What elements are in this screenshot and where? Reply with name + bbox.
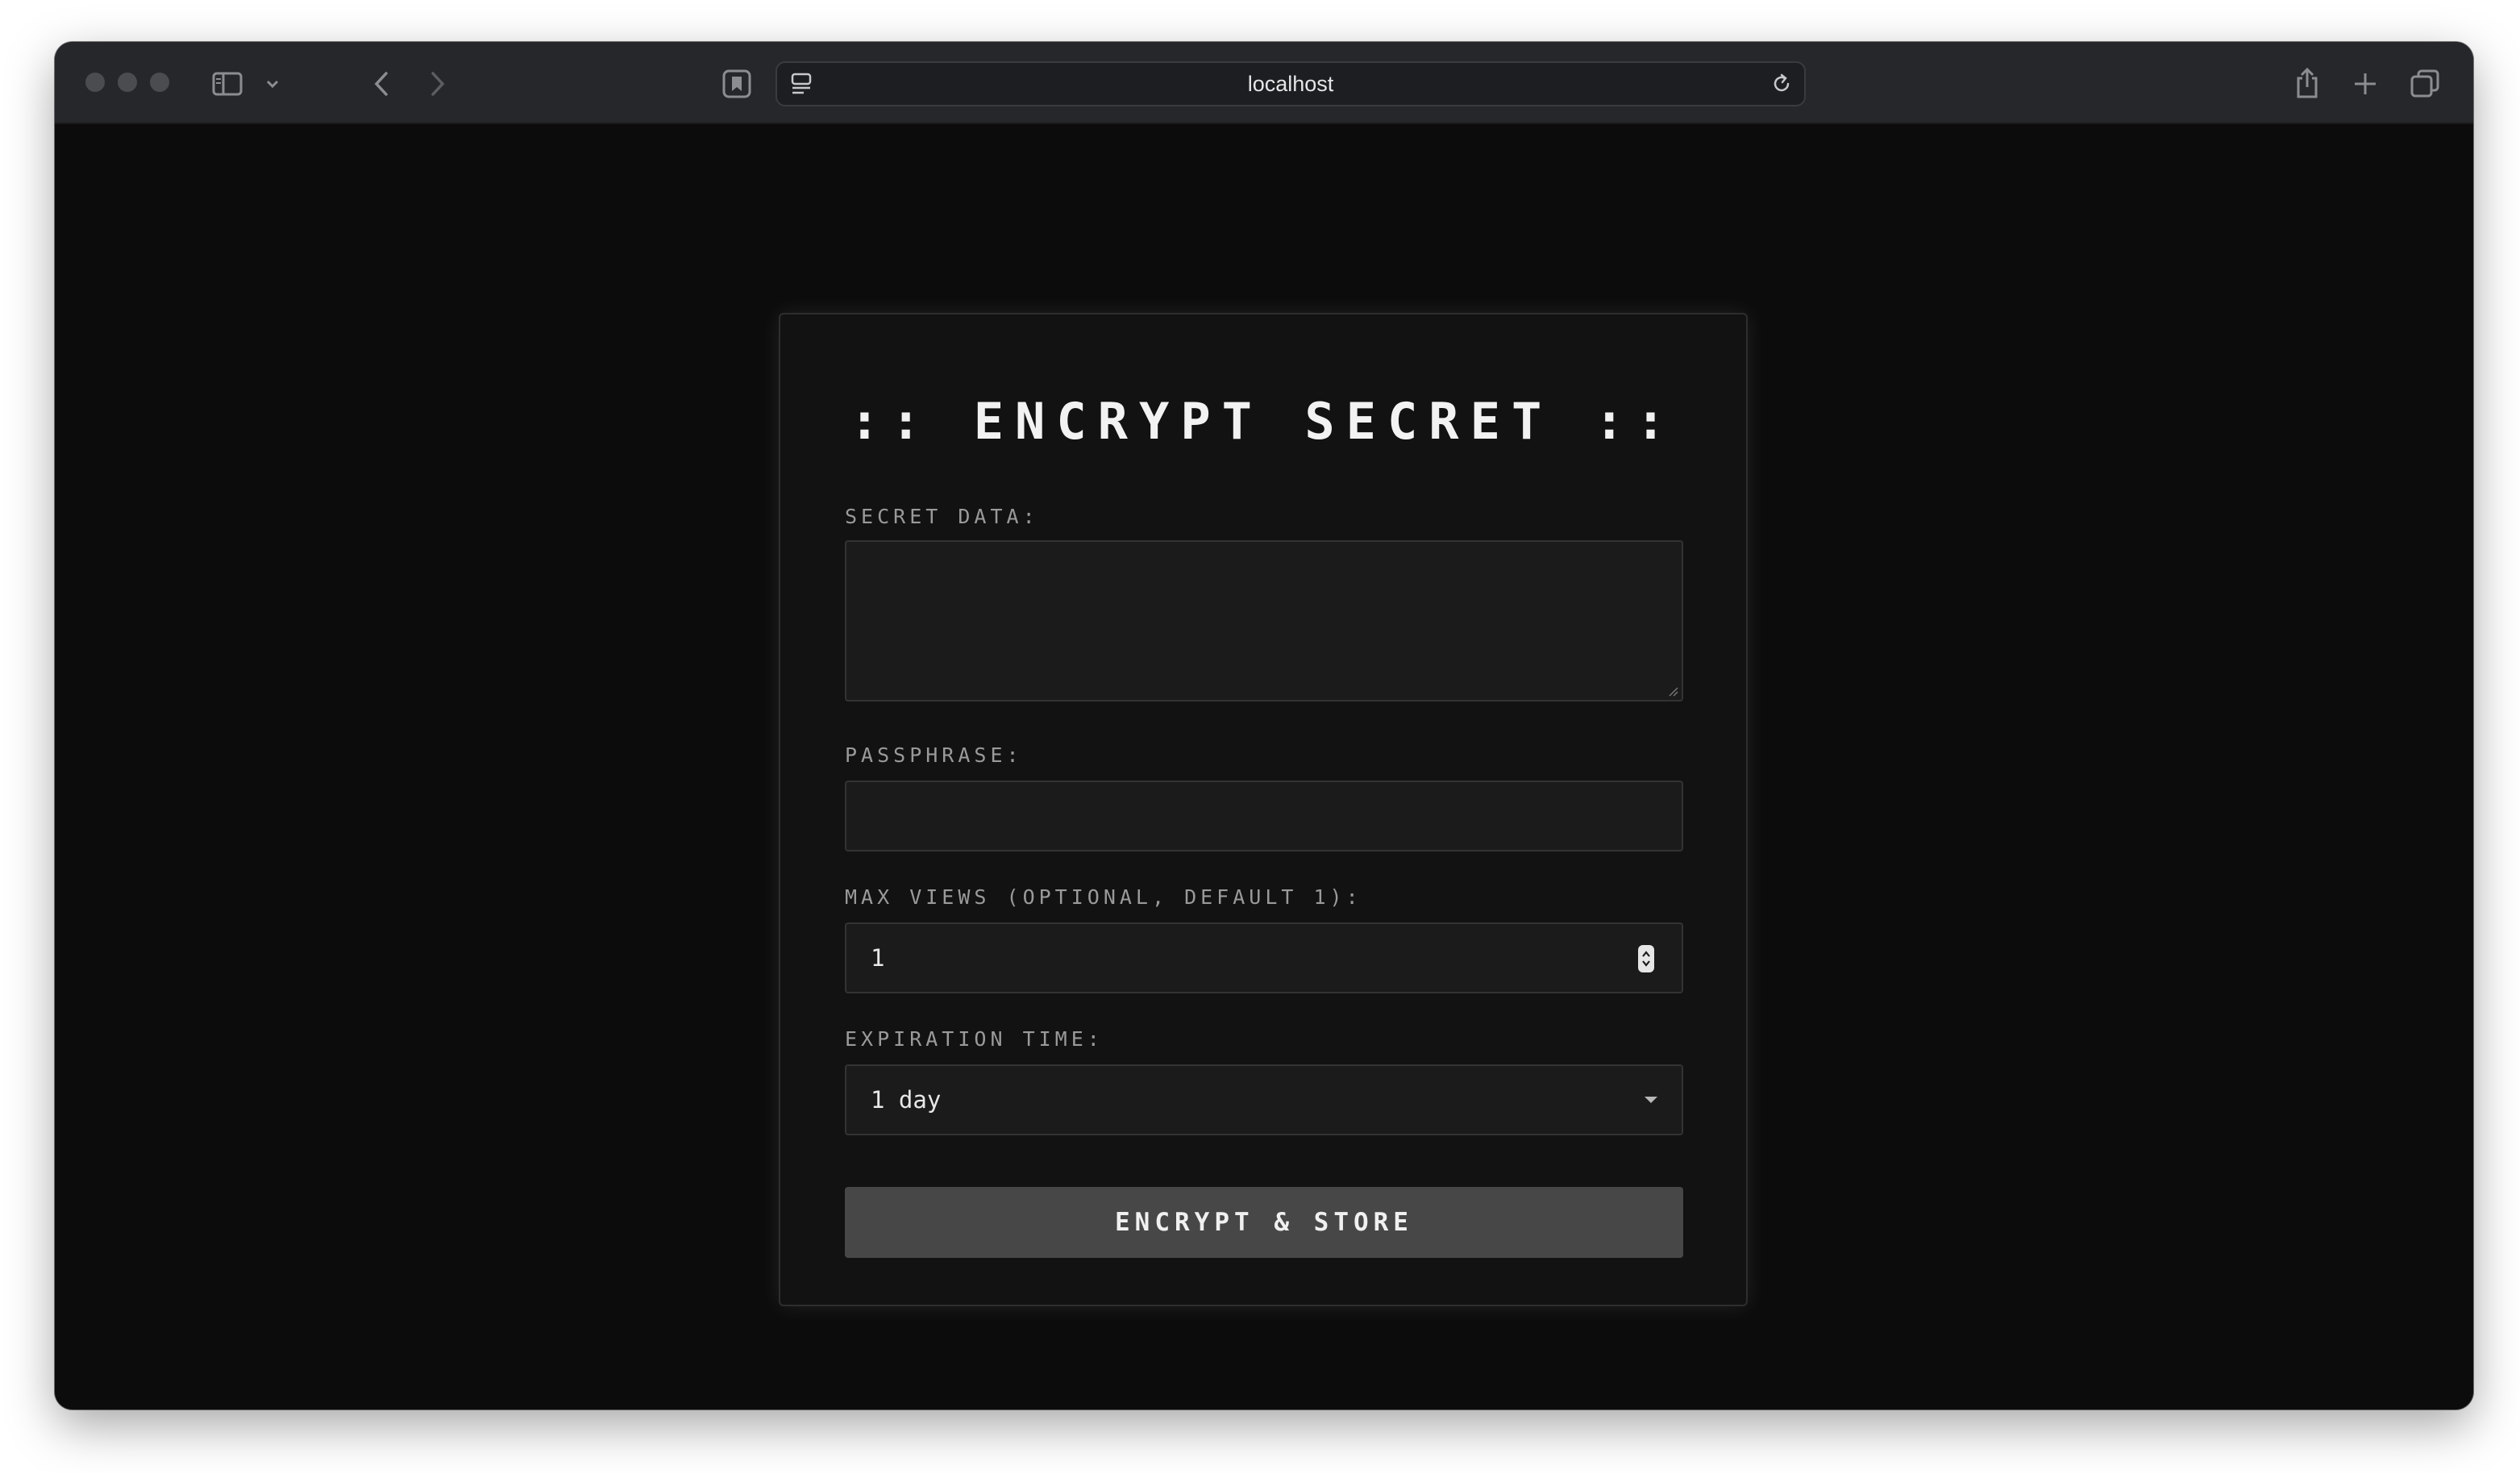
- passphrase-label: PASSPHRASE:: [845, 743, 1023, 767]
- number-stepper-icon[interactable]: [1638, 945, 1654, 972]
- expiration-select[interactable]: 1 day: [845, 1064, 1683, 1135]
- expiration-value: 1 day: [871, 1086, 942, 1114]
- tab-overview-icon[interactable]: [2409, 68, 2441, 100]
- close-window-button[interactable]: [85, 73, 105, 92]
- share-icon[interactable]: [2293, 66, 2322, 100]
- back-arrow-icon[interactable]: [369, 68, 393, 100]
- secret-data-textarea[interactable]: [845, 540, 1683, 702]
- forward-arrow-icon[interactable]: [426, 68, 450, 100]
- expiration-label: EXPIRATION TIME:: [845, 1027, 1104, 1051]
- max-views-input[interactable]: 1: [845, 922, 1683, 993]
- page-content: :: ENCRYPT SECRET :: SECRET DATA: PASSPH…: [55, 126, 2473, 1409]
- reload-icon[interactable]: [1769, 71, 1794, 97]
- max-views-label: MAX VIEWS (OPTIONAL, DEFAULT 1):: [845, 885, 1362, 909]
- resize-grip-icon[interactable]: [1667, 685, 1678, 697]
- bookmark-icon[interactable]: [721, 68, 753, 100]
- url-text: localhost: [1247, 71, 1334, 96]
- sidebar-icon[interactable]: [211, 68, 243, 100]
- address-bar[interactable]: localhost: [776, 61, 1806, 106]
- browser-window: localhost :: ENCRYPT SECRET :: SECRET DA…: [55, 42, 2473, 1409]
- passphrase-input[interactable]: [845, 781, 1683, 852]
- browser-toolbar: localhost: [55, 42, 2473, 124]
- encrypt-form-card: :: ENCRYPT SECRET :: SECRET DATA: PASSPH…: [779, 313, 1748, 1306]
- plus-icon[interactable]: [2351, 68, 2380, 100]
- max-views-value: 1: [871, 944, 885, 972]
- minimize-window-button[interactable]: [118, 73, 137, 92]
- encrypt-store-button[interactable]: ENCRYPT & STORE: [845, 1187, 1683, 1258]
- dropdown-caret-icon: [1645, 1097, 1657, 1103]
- page-title: :: ENCRYPT SECRET ::: [849, 392, 1678, 451]
- zoom-window-button[interactable]: [150, 73, 169, 92]
- chevron-down-icon[interactable]: [263, 73, 282, 95]
- secret-data-label: SECRET DATA:: [845, 505, 1039, 528]
